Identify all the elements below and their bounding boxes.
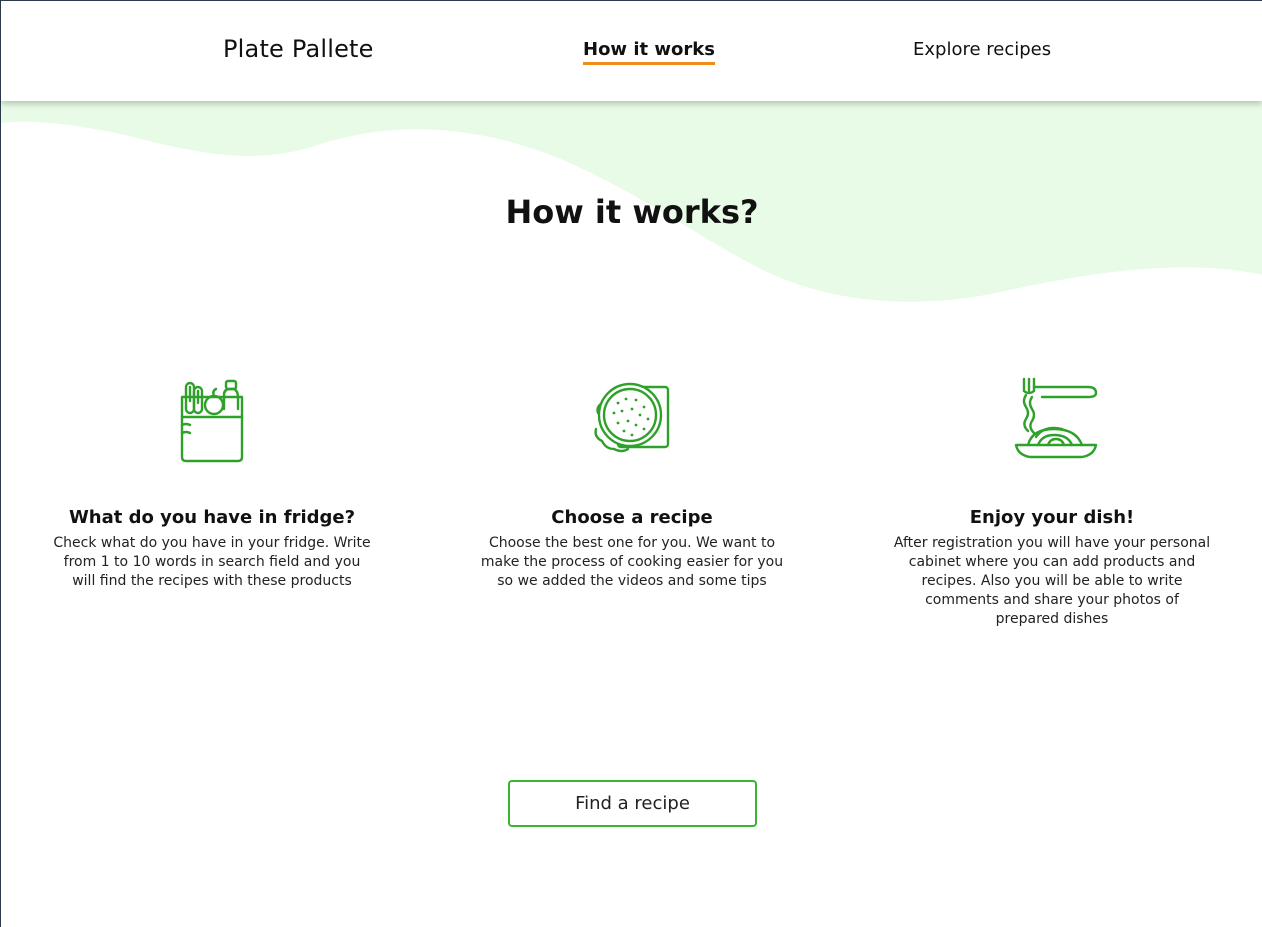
grocery-bag-icon: [180, 379, 244, 463]
top-navigation-bar: Plate Pallete How it works Explore recip…: [1, 1, 1262, 101]
step-title: Enjoy your dish!: [969, 507, 1135, 528]
step-title: Choose a recipe: [551, 507, 713, 528]
nav-explore-recipes[interactable]: Explore recipes: [913, 39, 1051, 60]
page: Plate Pallete How it works Explore recip…: [0, 0, 1262, 927]
step-description: Check what do you have in your fridge. W…: [53, 535, 371, 589]
spaghetti-fork-icon: [1014, 377, 1098, 459]
step-card-fridge: What do you have in fridge? Check what d…: [52, 367, 372, 591]
find-recipe-button[interactable]: Find a recipe: [508, 780, 757, 827]
nav-how-it-works[interactable]: How it works: [583, 39, 715, 65]
step-card-choose-recipe: Choose a recipe Choose the best one for …: [472, 367, 792, 591]
step-title: What do you have in fridge?: [68, 507, 356, 528]
step-description: After registration you will have your pe…: [893, 535, 1211, 627]
step-description: Choose the best one for you. We want to …: [480, 535, 784, 589]
brand-logo-text[interactable]: Plate Pallete: [223, 35, 374, 63]
step-card-enjoy-dish: Enjoy your dish! After registration you …: [892, 367, 1212, 629]
section-title: How it works?: [505, 193, 759, 231]
burger-recipe-icon: [594, 382, 670, 453]
